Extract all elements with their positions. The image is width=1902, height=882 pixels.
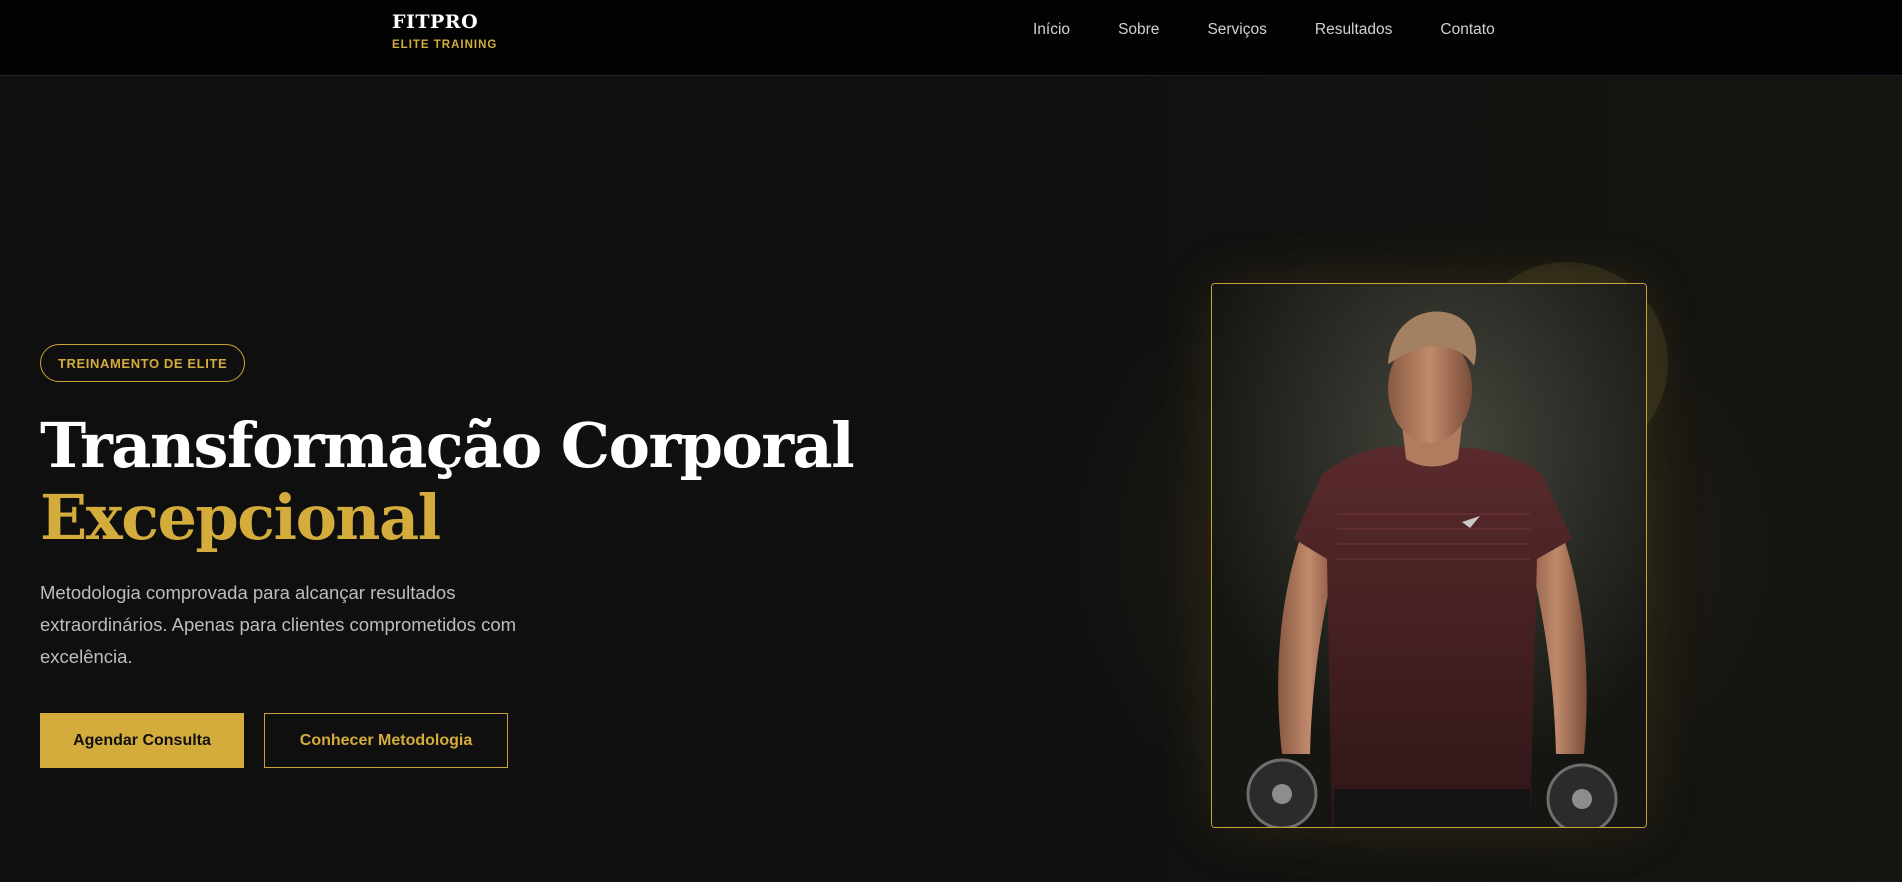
nav-link-sobre[interactable]: Sobre	[1118, 21, 1159, 39]
hero-title-line1: Transformação Corporal	[40, 409, 855, 482]
schedule-consultation-button[interactable]: Agendar Consulta	[40, 713, 244, 768]
nav-link-resultados[interactable]: Resultados	[1315, 21, 1393, 39]
nav-link-contato[interactable]: Contato	[1440, 21, 1494, 39]
trainer-illustration	[1212, 284, 1646, 827]
hero-title-highlight: Excepcional	[40, 481, 441, 554]
hero-badge: TREINAMENTO DE ELITE	[40, 344, 246, 382]
brand-logo[interactable]: FITPRO ELITE TRAINING	[392, 11, 497, 51]
nav-link-inicio[interactable]: Início	[1033, 21, 1070, 39]
nav-link-servicos[interactable]: Serviços	[1207, 21, 1266, 39]
brand-tagline: ELITE TRAINING	[392, 39, 498, 51]
trainer-photo	[1211, 283, 1647, 828]
nav-menu: Início Sobre Serviços Resultados Contato	[1033, 21, 1543, 39]
brand-name: FITPRO	[392, 11, 479, 33]
navbar: FITPRO ELITE TRAINING Início Sobre Servi…	[0, 0, 1902, 76]
hero-title: Transformação Corporal Excepcional	[40, 409, 855, 554]
hero-description: Metodologia comprovada para alcançar res…	[40, 582, 517, 667]
learn-methodology-button[interactable]: Conhecer Metodologia	[264, 713, 508, 768]
